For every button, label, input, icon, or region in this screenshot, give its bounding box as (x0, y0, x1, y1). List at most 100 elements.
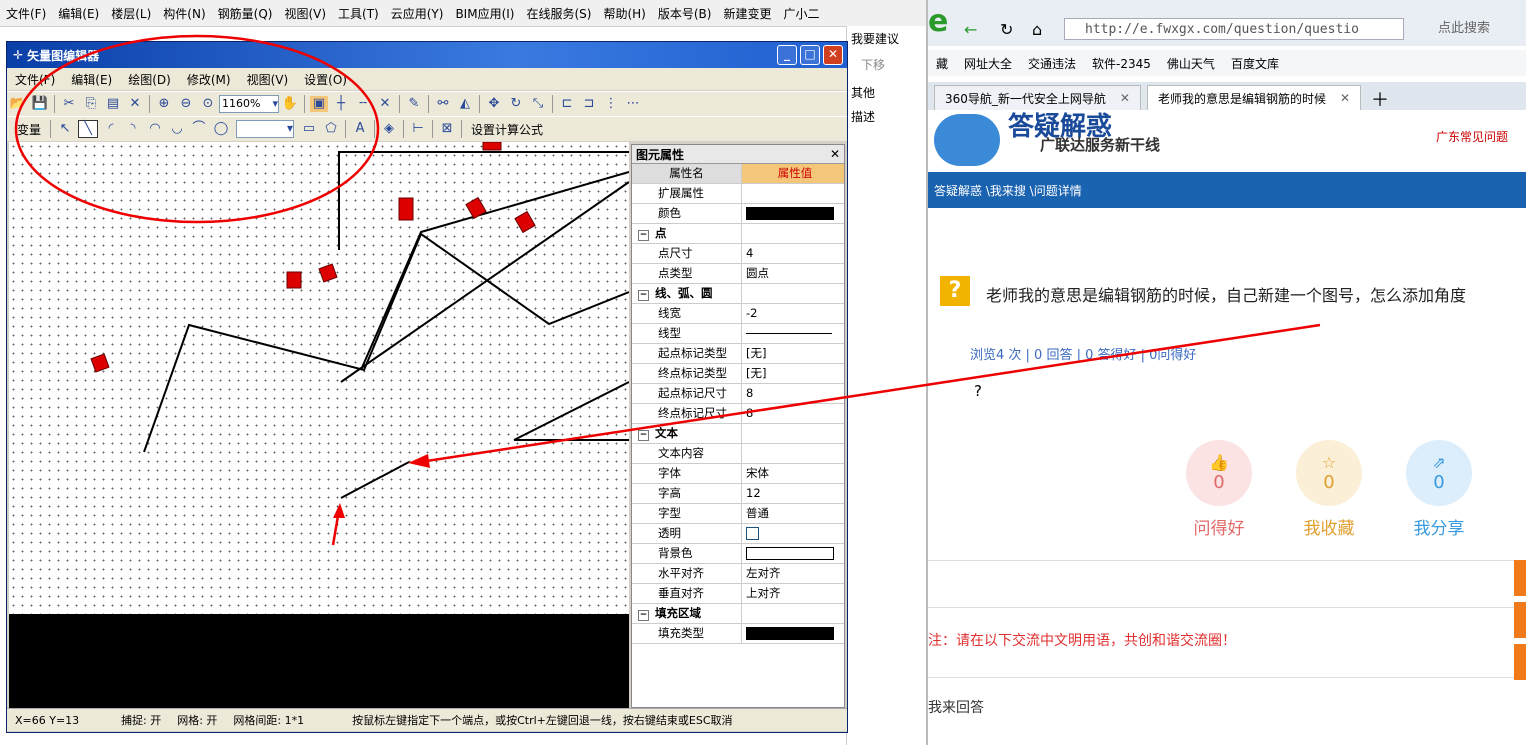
zoom-in-icon[interactable]: ⊕ (155, 96, 173, 112)
bg-menu-item[interactable]: 帮助(H) (597, 5, 651, 22)
color-swatch[interactable] (746, 547, 834, 560)
zoom-select[interactable]: 1160% ▾ (219, 95, 279, 113)
other-dropdown[interactable]: 其他 (851, 84, 875, 101)
property-group[interactable]: − 文本 (632, 424, 844, 444)
home-icon[interactable]: ⌂ (1032, 20, 1042, 39)
property-value[interactable]: -2 (742, 304, 844, 323)
property-value[interactable] (742, 204, 844, 223)
move-icon[interactable]: ✥ (485, 96, 503, 112)
property-row[interactable]: 背景色 (632, 544, 844, 564)
intersect-icon[interactable]: ✕ (376, 96, 394, 112)
tab-question[interactable]: 老师我的意思是编辑钢筋的时候 ✕ (1146, 85, 1362, 110)
property-value[interactable]: 12 (742, 484, 844, 503)
property-value[interactable] (742, 444, 844, 463)
bookmark-item[interactable]: 佛山天气 (1167, 55, 1215, 72)
maximize-icon[interactable]: □ (800, 45, 820, 65)
editor-menu-item[interactable]: 视图(V) (239, 71, 297, 88)
close-icon[interactable]: ✕ (1340, 91, 1350, 105)
line-tool-icon[interactable]: ╲ (78, 120, 99, 138)
bookmark-item[interactable]: 藏 (936, 55, 948, 72)
grid-status[interactable]: 网格: 开 (177, 712, 217, 728)
paste-icon[interactable]: ▤ (104, 96, 122, 112)
property-row[interactable]: 透明 (632, 524, 844, 544)
property-value[interactable] (742, 604, 844, 623)
formula-button[interactable]: 设置计算公式 (471, 121, 543, 138)
search-input[interactable]: 点此搜索 (1438, 18, 1526, 40)
collapse-icon[interactable]: − (638, 290, 649, 301)
property-value[interactable] (742, 324, 844, 343)
bg-menu-item[interactable]: 编辑(E) (52, 5, 105, 22)
property-value[interactable]: 圆点 (742, 264, 844, 283)
collapse-icon[interactable]: − (638, 610, 649, 621)
property-group[interactable]: − 填充区域 (632, 604, 844, 624)
property-row[interactable]: 点类型 圆点 (632, 264, 844, 284)
consult-button[interactable] (1514, 644, 1526, 680)
property-value[interactable] (742, 224, 844, 243)
midpoint-icon[interactable]: ╌ (354, 96, 372, 112)
editor-menu-item[interactable]: 编辑(E) (63, 71, 120, 88)
close-icon[interactable]: ✕ (830, 147, 840, 161)
move-down-button[interactable]: 下移 (861, 56, 885, 73)
align-left-icon[interactable]: ⊏ (558, 96, 576, 112)
shape-select[interactable]: ▾ (236, 120, 295, 138)
bg-menu-item[interactable]: 版本号(B) (652, 5, 718, 22)
close-icon[interactable]: ✕ (823, 45, 843, 65)
editor-menu-item[interactable]: 修改(M) (179, 71, 239, 88)
new-tab-icon[interactable]: ＋ (1371, 86, 1389, 111)
open-icon[interactable]: 📂 (9, 96, 27, 112)
bg-menu-item[interactable]: 钢筋量(Q) (212, 5, 279, 22)
rectangle-tool-icon[interactable]: ▭ (300, 121, 318, 137)
property-value[interactable]: 左对齐 (742, 564, 844, 583)
break-icon[interactable]: ⚯ (434, 96, 452, 112)
bookmark-item[interactable]: 交通违法 (1028, 55, 1076, 72)
zoom-fit-icon[interactable]: ⊙ (199, 96, 217, 112)
mirror-icon[interactable]: ◭ (456, 96, 474, 112)
property-row[interactable]: 字型 普通 (632, 504, 844, 524)
drawing-canvas[interactable] (9, 142, 629, 614)
editor-titlebar[interactable]: ✛ 矢量图编辑器 _ □ ✕ (7, 42, 847, 68)
collapse-icon[interactable]: − (638, 430, 649, 441)
property-value[interactable] (742, 624, 844, 643)
property-value[interactable]: 8 (742, 404, 844, 423)
property-row[interactable]: 水平对齐 左对齐 (632, 564, 844, 584)
arc4-tool-icon[interactable]: ◡ (168, 121, 186, 137)
color-swatch[interactable] (746, 207, 834, 220)
property-value[interactable]: 普通 (742, 504, 844, 523)
property-row[interactable]: 点尺寸 4 (632, 244, 844, 264)
bookmark-item[interactable]: 百度文库 (1231, 55, 1279, 72)
bg-menu-item[interactable]: 视图(V) (278, 5, 332, 22)
close-icon[interactable]: ✕ (1120, 91, 1130, 105)
property-row[interactable]: 字高 12 (632, 484, 844, 504)
property-row[interactable]: 填充类型 (632, 624, 844, 644)
refresh-icon[interactable]: ↻ (1000, 20, 1013, 39)
action-share[interactable]: ⇗ 0 我分享 (1406, 440, 1472, 550)
select-arrow-icon[interactable]: ↖ (56, 121, 74, 137)
follow-button[interactable] (1514, 602, 1526, 638)
pan-icon[interactable]: ✋ (281, 96, 299, 112)
property-row[interactable]: 垂直对齐 上对齐 (632, 584, 844, 604)
arc3-tool-icon[interactable]: ◠ (146, 121, 164, 137)
curve-tool-icon[interactable]: ⌒ (190, 121, 208, 137)
line-style-sample[interactable] (746, 333, 832, 334)
copy-icon[interactable]: ⎘ (82, 96, 100, 112)
property-value[interactable]: 上对齐 (742, 584, 844, 603)
property-value[interactable] (742, 524, 844, 543)
suggest-button[interactable]: 我要建议 (851, 30, 899, 47)
arc-tool-icon[interactable]: ◜ (102, 121, 120, 137)
bg-menu-item[interactable]: 云应用(Y) (385, 5, 450, 22)
property-row[interactable]: 起点标记类型 [无] (632, 344, 844, 364)
editor-menu-item[interactable]: 文件(F) (7, 71, 63, 88)
property-row[interactable]: 终点标记类型 [无] (632, 364, 844, 384)
action-like[interactable]: 👍 0 问得好 (1186, 440, 1252, 550)
editor-menu-item[interactable]: 设置(O) (296, 71, 355, 88)
zoom-out-icon[interactable]: ⊖ (177, 96, 195, 112)
property-row[interactable]: 终点标记尺寸 8 (632, 404, 844, 424)
dimension-tool-icon[interactable]: ⊢ (409, 121, 427, 137)
color-swatch[interactable] (746, 627, 834, 640)
scale-icon[interactable]: ⤡ (529, 96, 547, 112)
snap-status[interactable]: 捕捉: 开 (121, 712, 161, 728)
bg-menu-item[interactable]: 工具(T) (332, 5, 385, 22)
distribute-icon[interactable]: ⋮ (602, 96, 620, 112)
bg-menu-item[interactable]: 广小二 (777, 5, 825, 22)
bookmark-item[interactable]: 软件-2345 (1092, 55, 1151, 72)
